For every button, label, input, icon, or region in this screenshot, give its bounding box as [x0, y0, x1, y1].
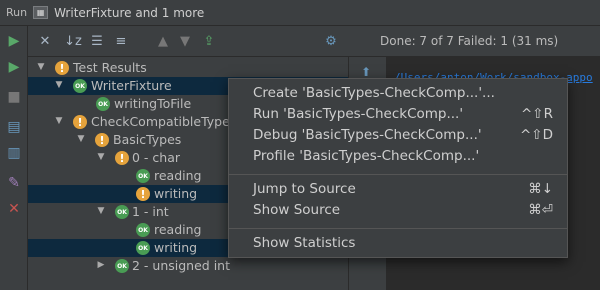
- collapse-all-icon[interactable]: ≡: [112, 32, 130, 50]
- next-failed-icon[interactable]: ▼: [176, 32, 194, 50]
- menu-item-show-source[interactable]: Show Source ⌘⏎: [253, 202, 553, 222]
- left-toolbar: ▶ ▶ ■ ▤ ▥ ✎ ✕: [0, 26, 28, 290]
- expand-arrow-icon[interactable]: ▶: [96, 260, 106, 270]
- ok-icon: OK: [136, 241, 150, 255]
- warning-icon: !: [136, 187, 150, 201]
- tree-row[interactable]: ▼ ! Test Results: [28, 59, 348, 77]
- tree-item-label: 0 - char: [132, 150, 181, 165]
- expand-arrow-icon[interactable]: ▼: [54, 80, 64, 90]
- menu-item-label: Create 'BasicTypes-CheckComp...'...: [253, 85, 495, 101]
- tree-item-label: writingToFile: [114, 96, 192, 111]
- expand-arrow-icon[interactable]: ▼: [36, 62, 46, 72]
- menu-item-label: Profile 'BasicTypes-CheckComp...': [253, 148, 480, 164]
- ok-icon: OK: [96, 97, 110, 111]
- expand-all-icon[interactable]: ☰: [88, 32, 106, 50]
- context-menu: Create 'BasicTypes-CheckComp...'... Run …: [228, 78, 568, 258]
- export-results-icon[interactable]: ⇪: [200, 32, 218, 50]
- expand-arrow-icon[interactable]: ▼: [96, 152, 106, 162]
- warning-icon: !: [115, 151, 129, 165]
- test-status-text: Done: 7 of 7 Failed: 1 (31 ms): [380, 34, 559, 48]
- sort-alpha-icon[interactable]: ↓z: [64, 32, 82, 50]
- menu-shortcut: ⌘⏎: [528, 202, 553, 218]
- rerun-failed-icon[interactable]: ▶: [5, 58, 23, 76]
- menu-item-run[interactable]: Run 'BasicTypes-CheckComp...' ^⇧R: [253, 106, 553, 126]
- toggle-passed-icon[interactable]: ✕: [36, 32, 54, 50]
- tree-item-label: writing: [154, 186, 198, 201]
- menu-shortcut: ⌘↓: [528, 181, 553, 197]
- menu-item-debug[interactable]: Debug 'BasicTypes-CheckComp...' ^⇧D: [253, 127, 553, 147]
- settings-gear-icon[interactable]: ⚙: [322, 32, 340, 50]
- warning-icon: !: [73, 115, 87, 129]
- menu-item-label: Jump to Source: [253, 181, 356, 197]
- rerun-icon[interactable]: ▶: [5, 32, 23, 50]
- ok-icon: OK: [136, 169, 150, 183]
- tree-item-label: 1 - int: [132, 204, 169, 219]
- pin-icon[interactable]: ✎: [5, 174, 23, 192]
- tree-item-label: CheckCompatibleTypes: [91, 114, 237, 129]
- tree-item-label: reading: [154, 168, 202, 183]
- tree-item-label: reading: [154, 222, 202, 237]
- warning-icon: !: [95, 133, 109, 147]
- menu-item-show-statistics[interactable]: Show Statistics: [253, 235, 553, 255]
- tree-row[interactable]: ▶ OK 2 - unsigned int: [28, 257, 348, 275]
- results-toolbar: ✕ ↓z ☰ ≡ ▲ ▼ ⇪ ⚙ Done: 7 of 7 Failed: 1 …: [28, 26, 600, 57]
- tree-item-label: writing: [154, 240, 198, 255]
- warning-icon: !: [55, 61, 69, 75]
- scroll-up-icon[interactable]: ⬆: [361, 65, 371, 79]
- ok-icon: OK: [73, 79, 87, 93]
- menu-item-label: Debug 'BasicTypes-CheckComp...': [253, 127, 482, 143]
- close-icon[interactable]: ✕: [5, 200, 23, 218]
- expand-arrow-icon[interactable]: ▼: [76, 134, 86, 144]
- run-config-icon: ▦: [33, 6, 49, 19]
- tree-item-label: BasicTypes: [113, 132, 182, 147]
- menu-item-jump-to-source[interactable]: Jump to Source ⌘↓: [253, 181, 553, 201]
- window-title: WriterFixture and 1 more: [54, 5, 205, 20]
- menu-item-label: Run 'BasicTypes-CheckComp...': [253, 106, 464, 122]
- menu-shortcut: ^⇧D: [519, 127, 553, 143]
- menu-separator: [229, 228, 567, 229]
- stop-icon[interactable]: ■: [5, 88, 23, 106]
- menu-item-profile[interactable]: Profile 'BasicTypes-CheckComp...': [253, 148, 553, 168]
- expand-arrow-icon[interactable]: ▼: [54, 116, 64, 126]
- expand-arrow-icon[interactable]: ▼: [96, 206, 106, 216]
- ok-icon: OK: [136, 223, 150, 237]
- tree-item-label: WriterFixture: [91, 78, 172, 93]
- menu-item-create[interactable]: Create 'BasicTypes-CheckComp...'...: [253, 85, 553, 105]
- ok-icon: OK: [115, 205, 129, 219]
- previous-failed-icon[interactable]: ▲: [154, 32, 172, 50]
- tree-item-label: Test Results: [73, 60, 147, 75]
- run-label: Run: [6, 6, 28, 19]
- layout-icon[interactable]: ▤: [5, 118, 23, 136]
- menu-separator: [229, 174, 567, 175]
- menu-item-label: Show Statistics: [253, 235, 356, 251]
- menu-shortcut: ^⇧R: [520, 106, 553, 122]
- menu-item-label: Show Source: [253, 202, 341, 218]
- title-bar: Run ▦ WriterFixture and 1 more: [0, 0, 600, 26]
- ok-icon: OK: [115, 259, 129, 273]
- tree-item-label: 2 - unsigned int: [132, 258, 230, 273]
- export-icon[interactable]: ▥: [5, 144, 23, 162]
